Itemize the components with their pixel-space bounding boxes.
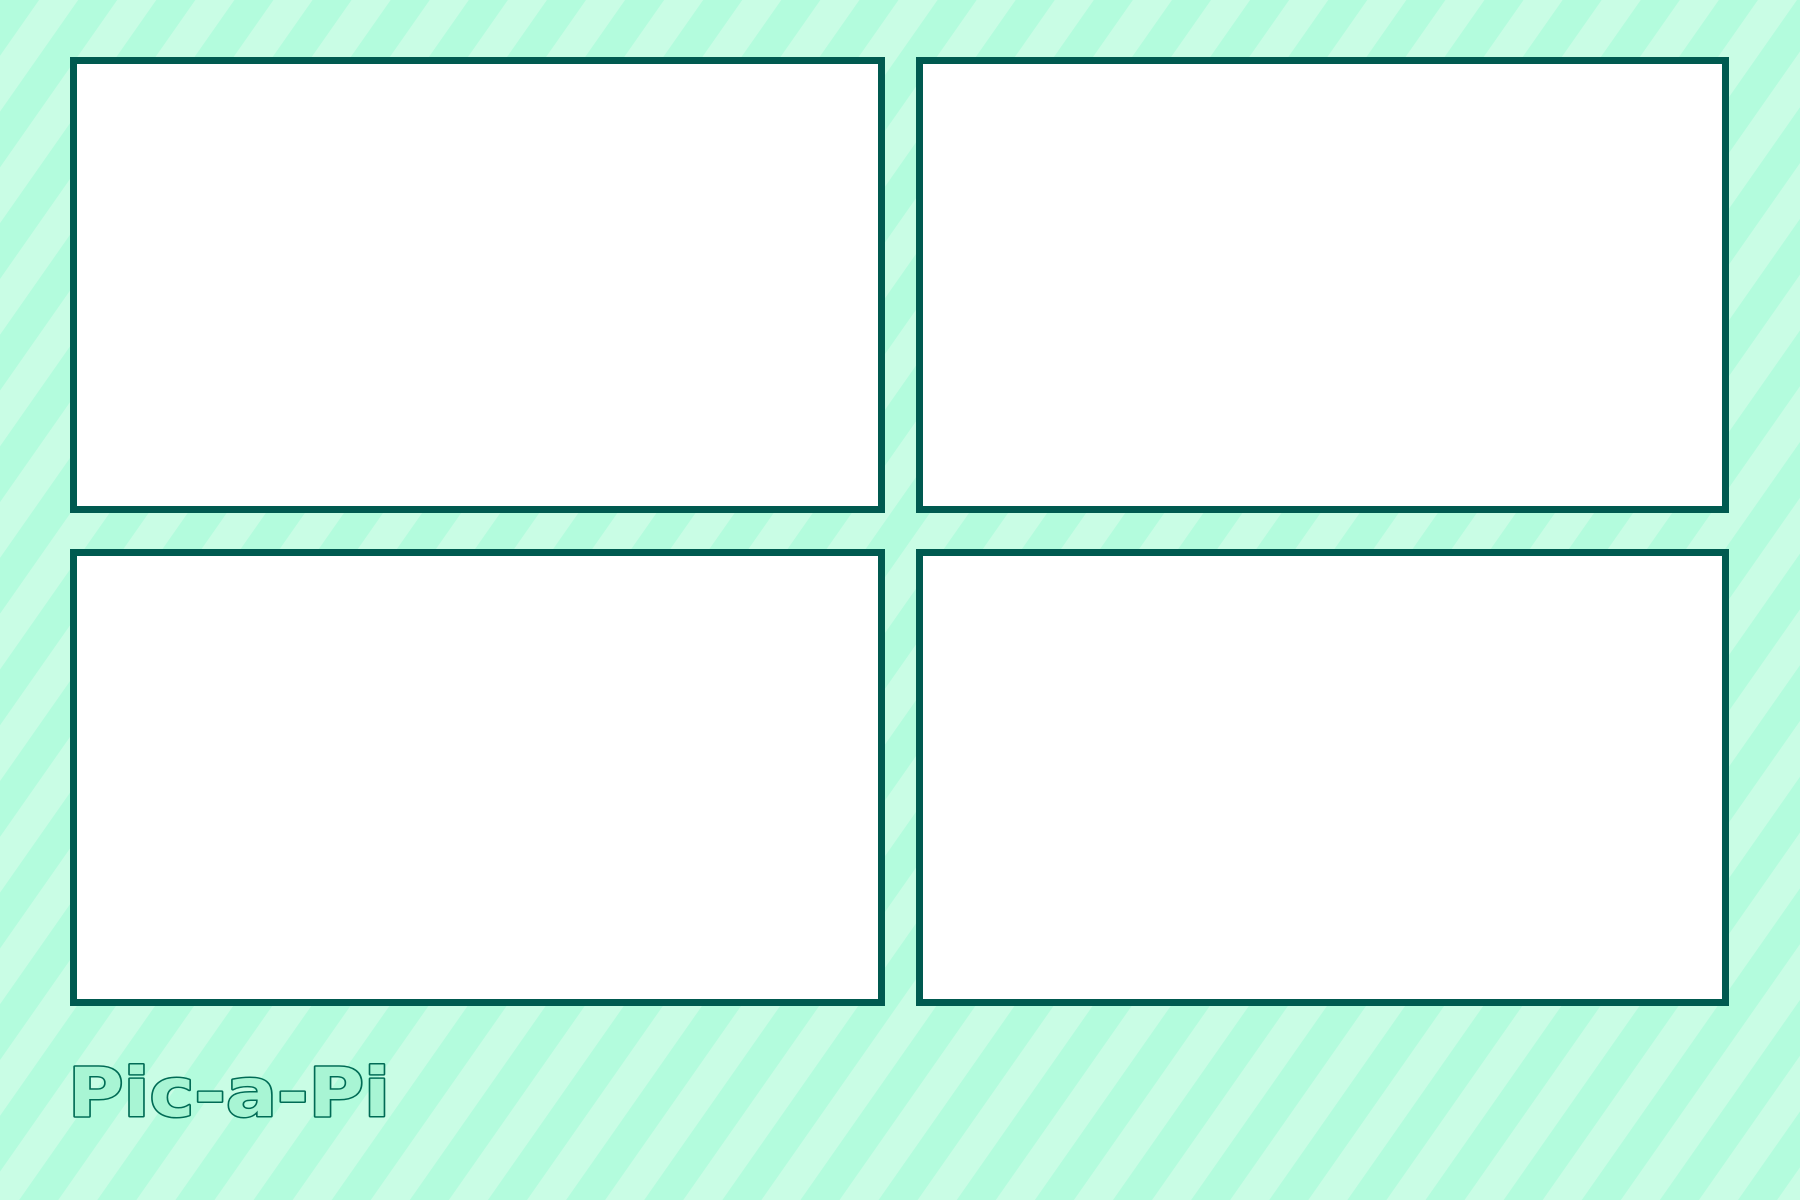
photo-slot-top-right [916, 57, 1729, 513]
photo-booth-template: Pic-a-Pi [0, 0, 1800, 1200]
photo-slot-top-left [70, 57, 885, 513]
pic-a-pi-logo: Pic-a-Pi [67, 1053, 392, 1131]
photo-slot-bottom-right [916, 549, 1729, 1006]
photo-slot-bottom-left [70, 549, 885, 1006]
logo-text: Pic-a-Pi [68, 1054, 390, 1130]
